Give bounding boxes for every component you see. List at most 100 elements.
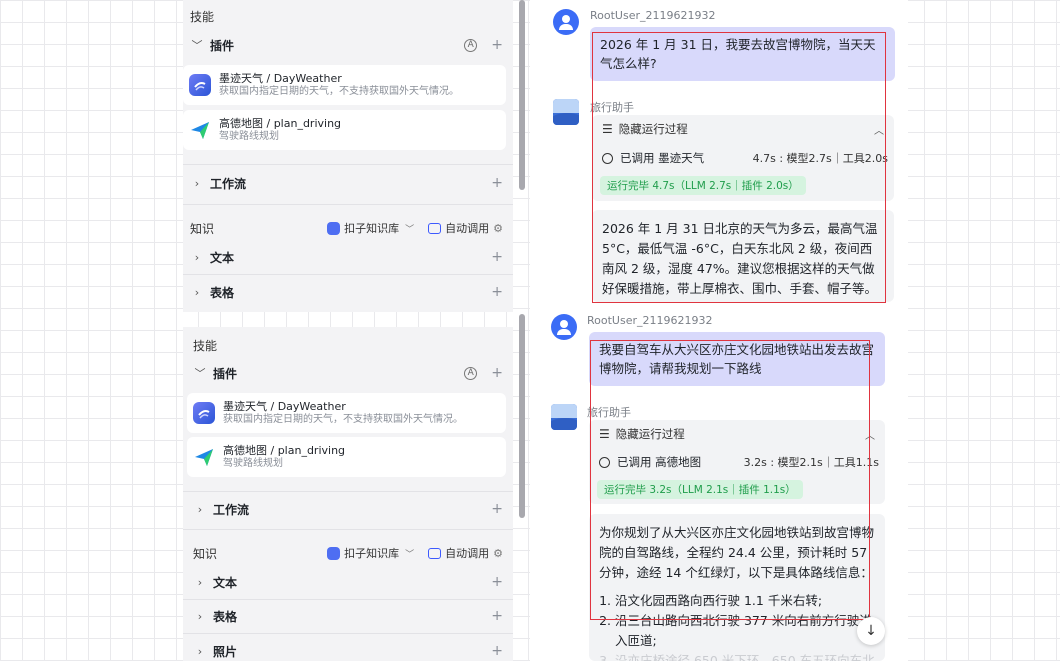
add-plugin-button[interactable]: + bbox=[491, 37, 503, 53]
add-plugin-button[interactable]: + bbox=[491, 365, 503, 381]
bot-answer: 2026 年 1 月 31 日北京的天气为多云，最高气温 5°C，最低气温 -6… bbox=[592, 210, 894, 302]
knowledge-title: 知识 bbox=[190, 221, 215, 236]
user-name: RootUser_2119621932 bbox=[590, 9, 716, 22]
plugin-card-weather[interactable]: 墨迹天气 / DayWeather 获取国内指定日期的天气，不支持获取国外天气情… bbox=[187, 393, 506, 433]
chevron-right-icon: › bbox=[197, 575, 203, 589]
knowledge-header: 知识 扣子知识库 ﹀ 自动调用 ⚙ bbox=[193, 544, 503, 562]
workflow-section-header[interactable]: › 工作流 + bbox=[190, 172, 503, 194]
gear-icon[interactable]: ⚙ bbox=[493, 547, 503, 560]
tool-call-label: 已调用 高德地图 bbox=[617, 455, 702, 469]
add-photo-button[interactable]: + bbox=[491, 643, 503, 659]
add-table-button[interactable]: + bbox=[491, 608, 503, 624]
plugins-label: 插件 bbox=[213, 366, 238, 381]
plugins-section-header[interactable]: ﹀ 插件 A + bbox=[193, 362, 504, 384]
tool-call-time: 3.2s : 模型2.1s｜工具1.1s bbox=[743, 456, 879, 469]
table-label: 表格 bbox=[213, 609, 238, 624]
tool-call-icon bbox=[602, 152, 613, 164]
user-avatar bbox=[551, 314, 577, 340]
toggle-process-button[interactable]: ☰ 隐藏运行过程 ︿ bbox=[599, 424, 875, 444]
plugin-desc: 获取国内指定日期的天气，不支持获取国外天气情况。 bbox=[223, 414, 463, 425]
tool-call-row[interactable]: 已调用 高德地图 3.2s : 模型2.1s｜工具1.1s bbox=[599, 453, 879, 471]
tool-call-icon bbox=[599, 456, 610, 468]
list-icon: ☰ bbox=[599, 427, 610, 441]
chevron-down-icon: ﹀ bbox=[194, 367, 206, 380]
run-complete-badge: 运行完毕 3.2s（LLM 2.1s｜插件 1.1s） bbox=[597, 480, 803, 499]
bot-avatar bbox=[553, 99, 579, 125]
add-text-button[interactable]: + bbox=[491, 249, 503, 265]
run-process-card: ☰ 隐藏运行过程 ︿ 已调用 高德地图 3.2s : 模型2.1s｜工具1.1s… bbox=[589, 420, 885, 504]
bot-avatar bbox=[551, 404, 577, 430]
kb-selector[interactable]: 扣子知识库 ﹀ bbox=[327, 220, 414, 236]
workflow-section-header[interactable]: › 工作流 + bbox=[193, 498, 503, 520]
scrollbar[interactable] bbox=[519, 314, 525, 518]
auto-call-toggle[interactable]: 自动调用 ⚙ bbox=[428, 545, 503, 561]
kb-selector[interactable]: 扣子知识库 ﹀ bbox=[327, 545, 414, 561]
tool-call-time: 4.7s : 模型2.7s｜工具2.0s bbox=[752, 152, 888, 165]
skills-title: 技能 bbox=[190, 10, 215, 24]
plugin-card-map[interactable]: 高德地图 / plan_driving 驾驶路线规划 bbox=[183, 110, 506, 150]
plugin-desc: 驾驶路线规划 bbox=[219, 131, 279, 142]
chevron-right-icon: › bbox=[194, 285, 200, 299]
route-step: 沿亦庄桥途径 650 米下环，650 东五环向东北行... bbox=[615, 651, 875, 661]
knowledge-base-icon bbox=[327, 221, 341, 235]
text-section-header[interactable]: › 文本 + bbox=[193, 571, 503, 593]
add-text-button[interactable]: + bbox=[491, 574, 503, 590]
plugin-name: 墨迹天气 / DayWeather bbox=[219, 72, 342, 85]
arrow-down-icon: ↓ bbox=[865, 623, 877, 639]
text-section-header[interactable]: › 文本 + bbox=[190, 246, 503, 268]
divider bbox=[183, 164, 513, 165]
run-process-card: ☰ 隐藏运行过程 ︿ 已调用 墨迹天气 4.7s : 模型2.7s｜工具2.0s… bbox=[592, 115, 894, 201]
scrollbar[interactable] bbox=[519, 0, 525, 190]
plugins-label: 插件 bbox=[210, 38, 235, 53]
list-icon: ☰ bbox=[602, 122, 613, 136]
at-icon[interactable]: A bbox=[464, 38, 478, 52]
table-section-header[interactable]: › 表格 + bbox=[190, 281, 503, 303]
map-plane-icon bbox=[193, 446, 215, 468]
gear-icon[interactable]: ⚙ bbox=[493, 222, 503, 235]
workflow-label: 工作流 bbox=[210, 176, 247, 191]
bot-answer: 为你规划了从大兴区亦庄文化园地铁站到故宫博物院的自驾路线，全程约 24.4 公里… bbox=[589, 514, 885, 661]
chevron-down-icon: ﹀ bbox=[405, 549, 415, 560]
chevron-down-icon: ﹀ bbox=[405, 224, 415, 235]
text-label: 文本 bbox=[213, 575, 238, 590]
answer-intro: 为你规划了从大兴区亦庄文化园地铁站到故宫博物院的自驾路线，全程约 24.4 公里… bbox=[599, 525, 875, 580]
divider bbox=[183, 204, 513, 205]
user-name: RootUser_2119621932 bbox=[587, 314, 713, 327]
workflow-label: 工作流 bbox=[213, 502, 250, 517]
at-icon[interactable]: A bbox=[464, 366, 478, 380]
process-label: 隐藏运行过程 bbox=[618, 122, 688, 136]
auto-call-toggle[interactable]: 自动调用 ⚙ bbox=[428, 220, 503, 236]
photo-label: 照片 bbox=[213, 644, 238, 659]
plugin-card-weather[interactable]: 墨迹天气 / DayWeather 获取国内指定日期的天气，不支持获取国外天气情… bbox=[183, 65, 506, 105]
add-workflow-button[interactable]: + bbox=[491, 501, 503, 517]
user-message: 我要自驾车从大兴区亦庄文化园地铁站出发去故宫博物院，请帮我规划一下路线 bbox=[589, 332, 885, 386]
plugin-card-map[interactable]: 高德地图 / plan_driving 驾驶路线规划 bbox=[187, 437, 506, 477]
table-section-header[interactable]: › 表格 + bbox=[193, 605, 503, 627]
bot-name: 旅行助手 bbox=[587, 406, 631, 419]
tool-call-label: 已调用 墨迹天气 bbox=[620, 151, 705, 165]
route-step: 沿文化园西路向西行驶 1.1 千米右转; bbox=[615, 591, 875, 611]
table-label: 表格 bbox=[210, 285, 235, 300]
auto-label: 自动调用 bbox=[445, 547, 490, 560]
kb-label: 扣子知识库 bbox=[344, 547, 400, 560]
plugin-desc: 驾驶路线规划 bbox=[223, 458, 283, 469]
auto-label: 自动调用 bbox=[445, 222, 490, 235]
chevron-right-icon: › bbox=[197, 502, 203, 516]
robot-icon bbox=[428, 547, 442, 559]
skills-title: 技能 bbox=[193, 339, 218, 353]
plugins-section-header[interactable]: ﹀ 插件 A + bbox=[190, 34, 504, 56]
chevron-right-icon: › bbox=[197, 644, 203, 658]
route-steps: 沿文化园西路向西行驶 1.1 千米右转; 沿三台山路向西北行驶 377 米向右前… bbox=[615, 591, 875, 661]
photo-section-header[interactable]: › 照片 + bbox=[193, 640, 503, 661]
scroll-to-bottom-button[interactable]: ↓ bbox=[857, 617, 885, 645]
chevron-right-icon: › bbox=[194, 176, 200, 190]
chevron-up-icon: ︿ bbox=[865, 430, 875, 442]
divider bbox=[183, 529, 513, 530]
add-table-button[interactable]: + bbox=[491, 284, 503, 300]
add-workflow-button[interactable]: + bbox=[491, 175, 503, 191]
weather-icon bbox=[193, 402, 215, 424]
text-label: 文本 bbox=[210, 250, 235, 265]
toggle-process-button[interactable]: ☰ 隐藏运行过程 ︿ bbox=[602, 119, 884, 139]
tool-call-row[interactable]: 已调用 墨迹天气 4.7s : 模型2.7s｜工具2.0s bbox=[602, 149, 888, 167]
divider bbox=[183, 491, 513, 492]
